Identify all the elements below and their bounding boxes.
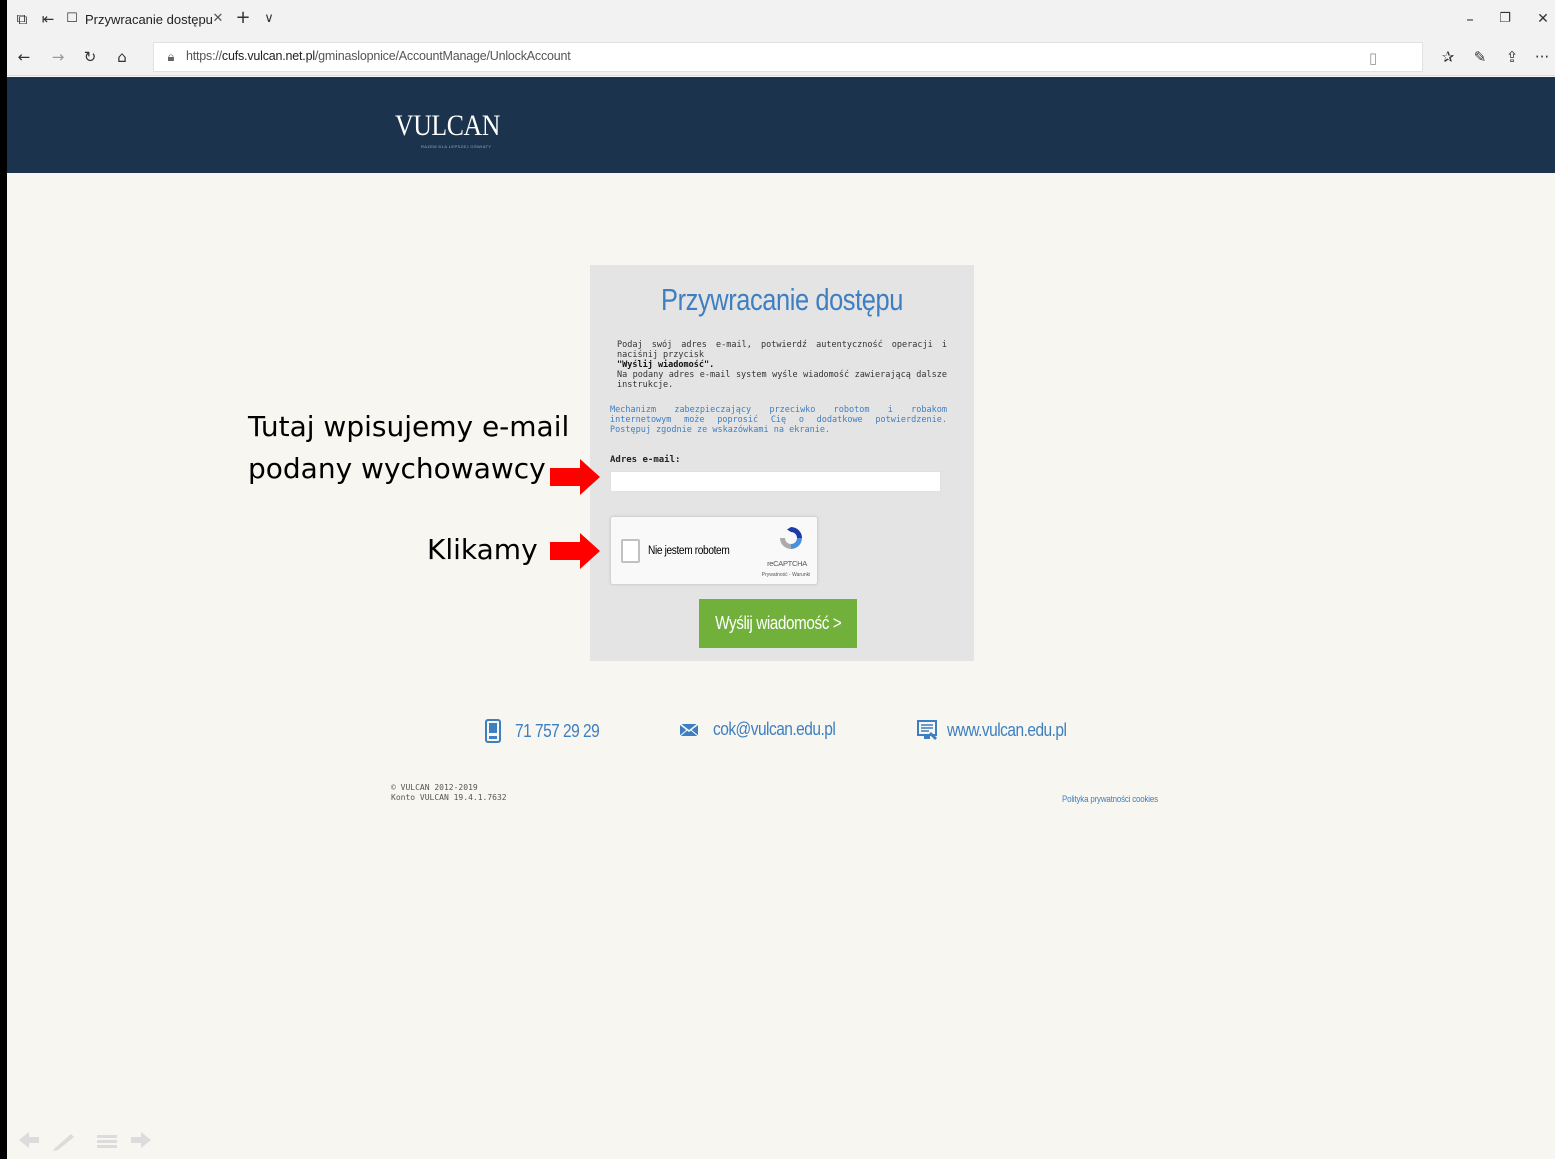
email-arrow-icon [550,459,600,495]
browser-tab[interactable]: ☐ Przywracanie dostępu ✕ [65,0,231,38]
email-label: Adres e-mail: [610,455,681,465]
lock-icon: 🔒︎ [167,50,175,65]
home-icon[interactable]: ⌂ [111,47,133,67]
recaptcha-label: Nie jestem robotem [648,545,730,557]
url-field[interactable]: 🔒︎ https://cufs.vulcan.net.pl/gminaslopn… [153,42,1423,72]
monitor-icon [917,720,937,740]
next-slide-icon[interactable] [131,1132,151,1148]
restore-icon[interactable]: ❐ [1494,9,1516,29]
send-message-label: Wyślij wiadomość > [714,613,842,633]
tab-title: Przywracanie dostępu [85,11,213,27]
email-input[interactable] [610,471,941,492]
reading-view-icon[interactable]: ▯ [1362,48,1384,68]
copyright: © VULCAN 2012-2019 Konto VULCAN 19.4.1.7… [391,783,507,803]
recaptcha-checkbox[interactable] [621,539,640,563]
site-header: VULCAN RAZEM DLA LEPSZEJ OŚWIATY [7,77,1555,173]
instructions-line-2: Na podany adres e-mail system wyśle wiad… [617,370,947,390]
send-message-button[interactable]: Wyślij wiadomość > [699,599,857,648]
back-icon[interactable]: ← [13,47,35,67]
forward-icon[interactable]: → [47,47,69,67]
contact-phone: 71 757 29 29 [485,719,613,743]
refresh-icon[interactable]: ↻ [79,47,101,67]
contact-website-link[interactable]: www.vulcan.edu.pl [947,720,1067,741]
recaptcha-privacy-terms-link[interactable]: Prywatność - Warunki [753,572,819,578]
browser-tab-bar: ⧉ ⇤ ☐ Przywracanie dostępu ✕ + ∨ – ❐ ✕ [7,0,1555,38]
email-hint-annotation: Tutaj wpisujemy e-mail podany wychowawcy [248,406,569,490]
close-tab-icon[interactable]: ✕ [207,9,229,29]
slide-frame: ⧉ ⇤ ☐ Przywracanie dostępu ✕ + ∨ – ❐ ✕ ←… [0,0,1555,1159]
cookie-policy-link[interactable]: Polityka prywatności cookies [1062,794,1158,804]
unlock-account-panel: Przywracanie dostępu Podaj swój adres e-… [590,265,974,661]
previous-slide-icon[interactable] [19,1132,39,1148]
recaptcha-brand: reCAPTCHA [767,559,807,568]
contact-website: www.vulcan.edu.pl [917,719,1086,741]
vulcan-logo[interactable]: VULCAN [395,109,500,143]
close-window-icon[interactable]: ✕ [1532,9,1554,29]
instructions-text: Podaj swój adres e-mail, potwierdź auten… [617,340,947,390]
logo-tagline: RAZEM DLA LEPSZEJ OŚWIATY [421,144,492,149]
email-hint-line-1: Tutaj wpisujemy e-mail [248,410,570,443]
mail-icon [679,722,699,736]
more-icon[interactable]: ··· [1531,47,1553,67]
copyright-text: © VULCAN 2012-2019 [391,783,478,792]
instructions-line-1: Podaj swój adres e-mail, potwierdź auten… [617,340,947,360]
instructions-button-name: "Wyślij wiadomość". [617,360,715,370]
contact-email: cok@vulcan.edu.pl [679,719,855,740]
url-text: https://cufs.vulcan.net.pl/gminaslopnice… [186,49,571,63]
email-hint-line-2: podany wychowawcy [248,452,546,485]
panel-title: Przywracanie dostępu [661,282,903,317]
recaptcha-icon [780,527,802,549]
phone-number: 71 757 29 29 [515,720,600,741]
minimize-icon[interactable]: – [1459,9,1481,29]
version-text: Konto VULCAN 19.4.1.7632 [391,793,507,802]
tab-preview-chevron-icon[interactable]: ∨ [258,9,280,29]
phone-icon [485,719,501,743]
menu-icon[interactable] [97,1135,117,1148]
page-icon: ☐ [66,11,78,26]
contact-email-link[interactable]: cok@vulcan.edu.pl [713,719,836,740]
favorites-hub-icon[interactable]: ✰ [1437,47,1459,67]
captcha-arrow-icon [550,533,600,569]
captcha-notice: Mechanizm zabezpieczający przeciwko robo… [610,405,947,435]
tab-actions-icon[interactable]: ⧉ [11,9,33,29]
recaptcha-widget: Nie jestem robotem reCAPTCHA Prywatność … [610,516,818,585]
share-icon[interactable]: ⇪ [1501,47,1523,67]
new-tab-icon[interactable]: + [232,8,254,28]
pen-icon[interactable] [53,1134,74,1151]
set-aside-tabs-icon[interactable]: ⇤ [37,9,59,29]
click-hint-annotation: Klikamy [427,533,538,566]
slideshow-controls [19,1132,151,1151]
web-note-icon[interactable]: ✎ [1469,47,1491,67]
